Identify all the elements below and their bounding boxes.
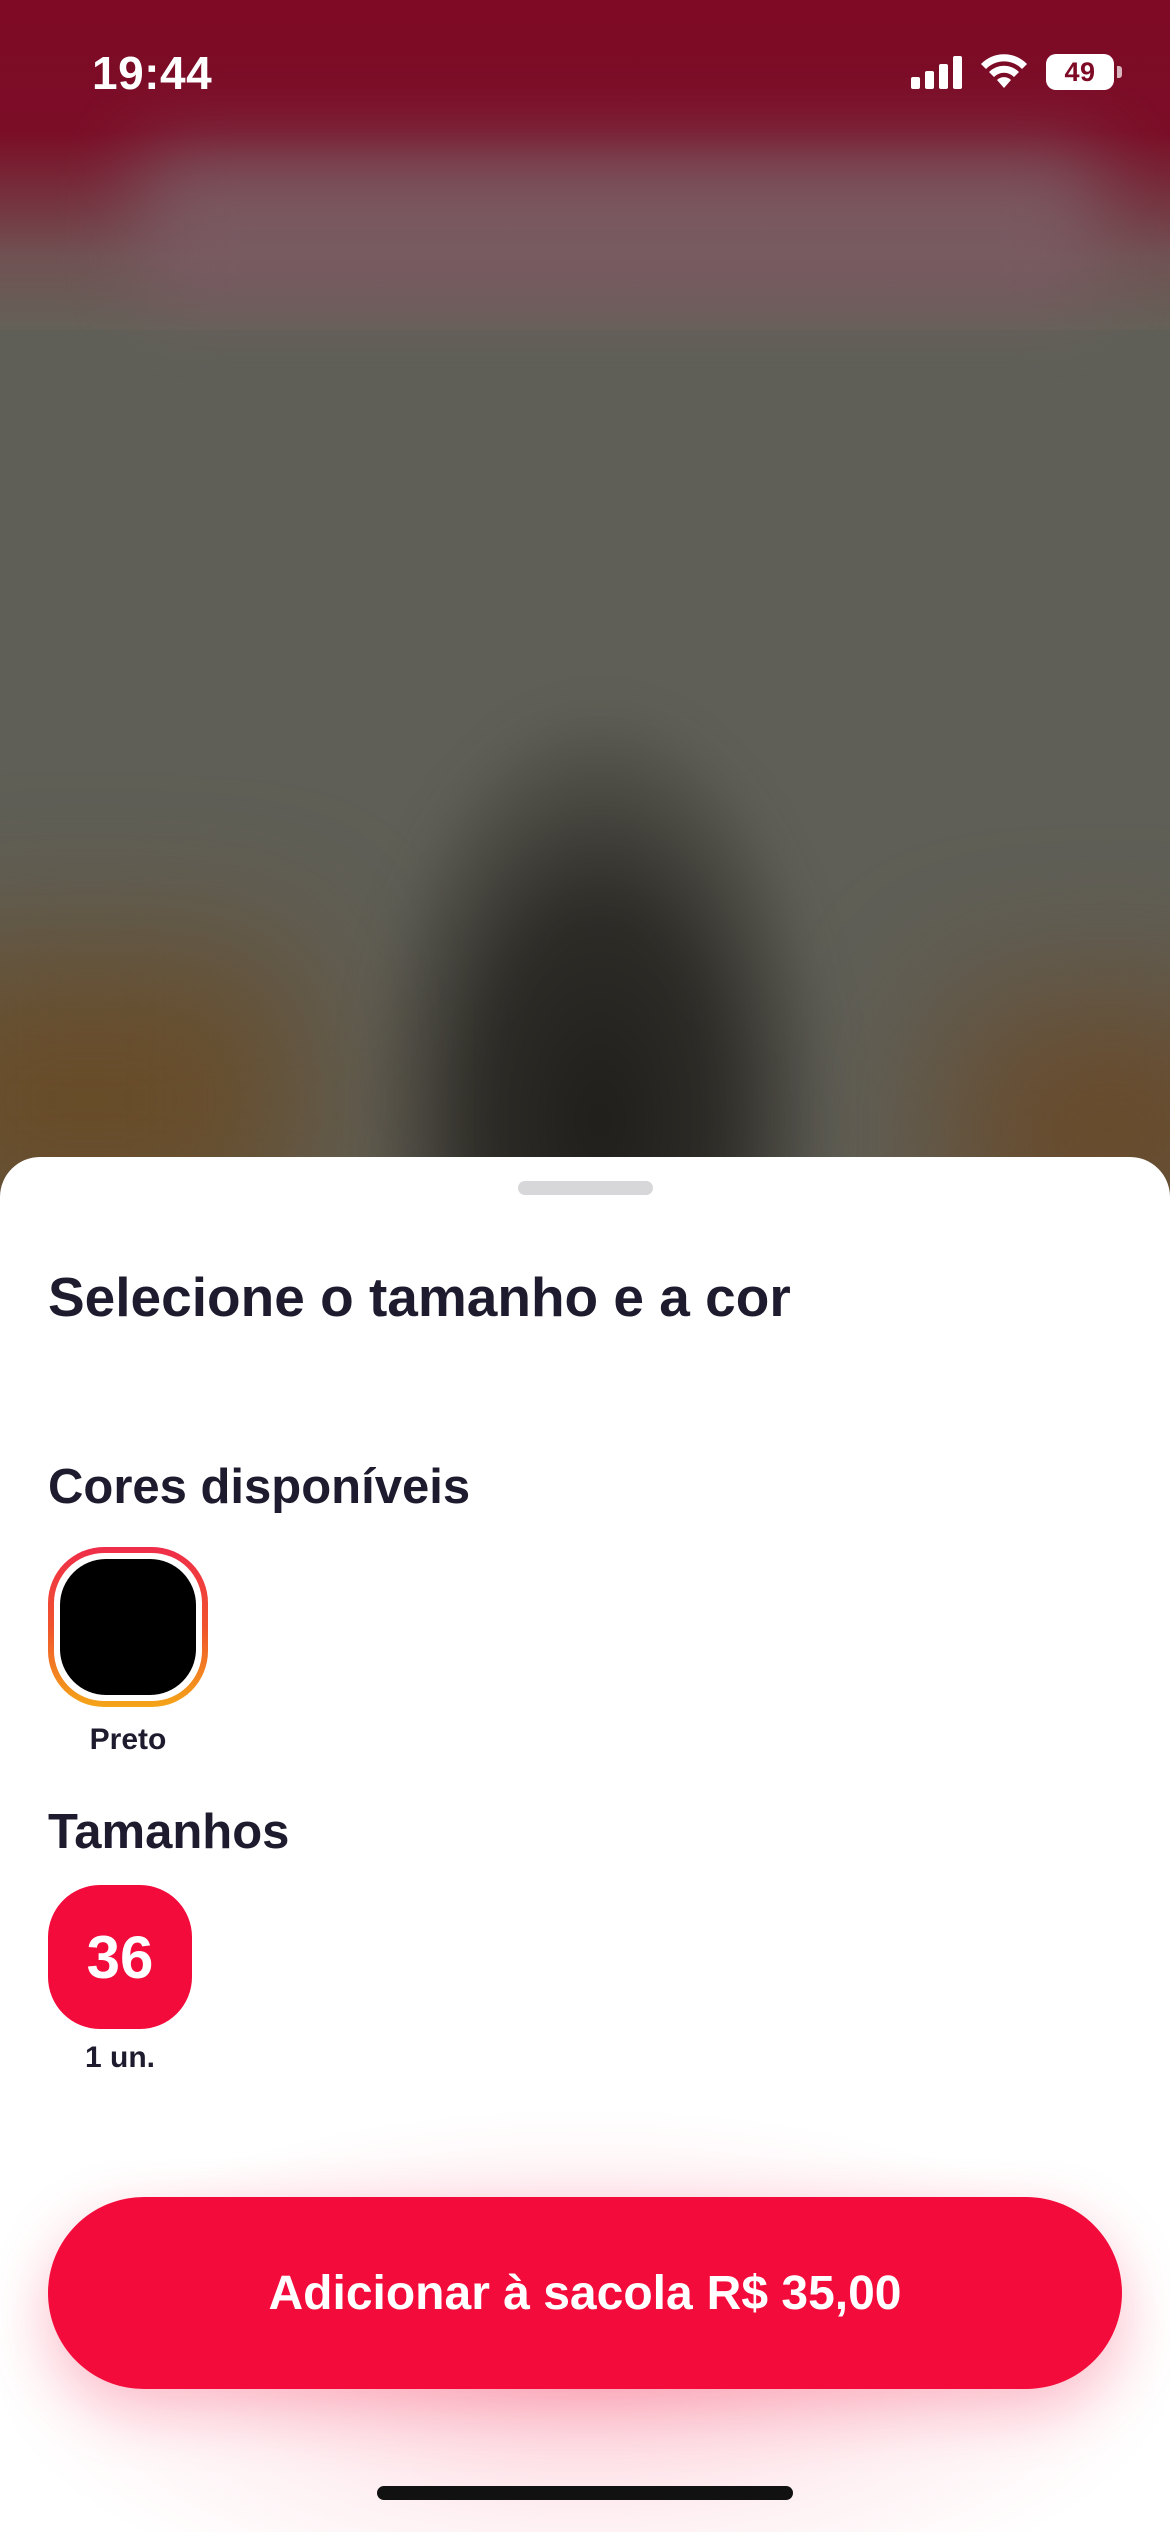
size-stock-count: 1 un. [84, 2041, 155, 2074]
status-icons: 49 [911, 52, 1122, 92]
sheet-grabber-handle[interactable] [518, 1181, 653, 1195]
colors-section-label: Cores disponíveis [48, 1460, 471, 1514]
battery-level: 49 [1064, 56, 1096, 87]
add-to-bag-button[interactable]: Adicionar à sacola R$ 35,00 [48, 2197, 1122, 2389]
product-image-backdrop [0, 0, 1170, 1200]
size-chip: 36 [48, 1885, 192, 2029]
size-color-bottom-sheet: Selecione o tamanho e a cor Cores dispon… [0, 1157, 1170, 2532]
sizes-section-label: Tamanhos [48, 1805, 290, 1859]
status-bar: 19:44 49 [0, 0, 1170, 150]
battery-icon: 49 [1046, 54, 1122, 90]
color-option-preto[interactable]: Preto [48, 1547, 208, 1757]
backdrop-blur-band [140, 150, 1100, 300]
home-indicator [377, 2486, 793, 2500]
sheet-title: Selecione o tamanho e a cor [48, 1266, 791, 1328]
add-to-bag-price: R$ 35,00 [706, 2266, 902, 2320]
wifi-icon [981, 54, 1027, 88]
cellular-signal-icon [911, 55, 962, 89]
color-swatch-black [60, 1559, 196, 1695]
status-time: 19:44 [92, 47, 213, 99]
backdrop-product-shape [360, 700, 840, 1200]
add-to-bag-label: Adicionar à sacola [268, 2266, 693, 2320]
size-option-36[interactable]: 36 1 un. [48, 1885, 192, 2075]
color-selected-ring [48, 1547, 208, 1707]
color-option-label: Preto [89, 1723, 167, 1756]
